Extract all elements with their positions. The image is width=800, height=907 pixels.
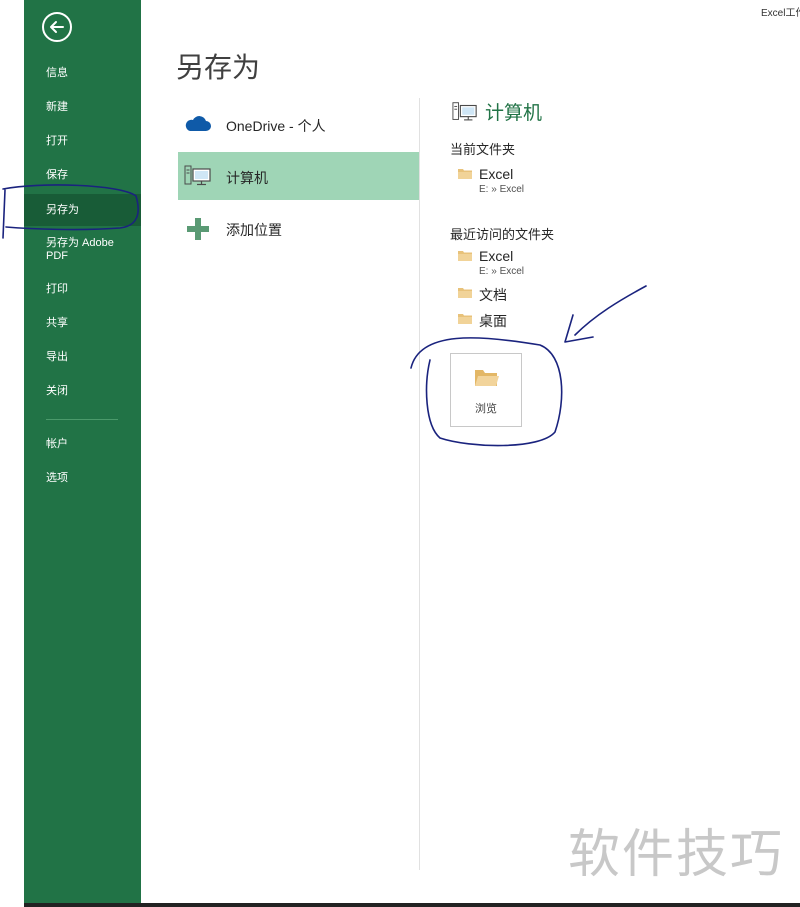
place-add-location[interactable]: 添加位置 bbox=[178, 204, 419, 252]
folder-icon bbox=[458, 169, 472, 179]
back-button[interactable] bbox=[42, 12, 72, 42]
folder-name: Excel bbox=[479, 166, 514, 182]
folder-path: E: » Excel bbox=[479, 266, 525, 277]
computer-icon bbox=[452, 102, 477, 121]
nav-item-label: 另存为 bbox=[46, 203, 79, 216]
nav-item-share[interactable]: 共享 bbox=[24, 308, 141, 338]
folder-name: 桌面 bbox=[479, 313, 507, 329]
computer-icon bbox=[184, 165, 211, 186]
panel-divider bbox=[419, 98, 420, 870]
nav-item-account[interactable]: 帐户 bbox=[24, 429, 141, 459]
watermark: 软件技巧 bbox=[568, 826, 785, 884]
place-label: 计算机 bbox=[226, 170, 268, 186]
folder-icon bbox=[458, 288, 472, 298]
nav-item-label: 打开 bbox=[46, 134, 68, 147]
nav-item-open[interactable]: 打开 bbox=[24, 126, 141, 156]
nav-item-label: 导出 bbox=[46, 350, 68, 363]
open-folder-icon bbox=[475, 370, 499, 386]
nav-item-info[interactable]: 信息 bbox=[24, 58, 141, 88]
nav-item-new[interactable]: 新建 bbox=[24, 92, 141, 122]
nav-item-save-as-pdf[interactable]: 另存为 Adobe PDF bbox=[24, 232, 141, 268]
page-title: 另存为 bbox=[176, 52, 261, 83]
place-onedrive[interactable]: OneDrive - 个人 bbox=[178, 100, 419, 148]
place-computer[interactable]: 计算机 bbox=[178, 152, 419, 200]
annotation-arrow bbox=[564, 285, 647, 343]
folder-path: E: » Excel bbox=[479, 184, 525, 195]
nav-item-label: 共享 bbox=[46, 316, 68, 329]
folder-name: 文档 bbox=[479, 287, 507, 303]
nav-item-label: 关闭 bbox=[46, 384, 68, 397]
window-title: Excel工作 bbox=[761, 8, 800, 19]
window-left-edge bbox=[0, 0, 24, 907]
nav-item-label: 打印 bbox=[46, 282, 68, 295]
nav-item-options[interactable]: 选项 bbox=[24, 463, 141, 493]
current-folder-heading: 当前文件夹 bbox=[450, 142, 516, 157]
nav-item-label: 信息 bbox=[46, 66, 68, 79]
folder-name: Excel bbox=[479, 248, 514, 264]
nav-item-export[interactable]: 导出 bbox=[24, 342, 141, 372]
right-panel-title: 计算机 bbox=[485, 103, 543, 124]
nav-item-save-as[interactable]: 另存为 bbox=[24, 194, 141, 226]
nav-item-label: 另存为 Adobe PDF bbox=[46, 237, 114, 262]
folder-icon bbox=[458, 251, 472, 261]
nav-item-save[interactable]: 保存 bbox=[24, 160, 141, 190]
nav-item-label: 选项 bbox=[46, 471, 68, 484]
back-arrow-icon bbox=[50, 21, 64, 33]
browse-label: 浏览 bbox=[475, 403, 497, 415]
recent-folders-heading: 最近访问的文件夹 bbox=[450, 227, 555, 242]
place-label: 添加位置 bbox=[226, 222, 282, 238]
plus-icon bbox=[187, 218, 209, 240]
place-label: OneDrive - 个人 bbox=[226, 118, 326, 134]
browse-button[interactable]: 浏览 bbox=[450, 353, 522, 427]
nav-item-label: 帐户 bbox=[46, 437, 68, 450]
cloud-icon bbox=[185, 116, 211, 131]
backstage-sidebar: 信息 新建 打开 保存 另存为 另存为 Adobe PDF 打印 共享 导出 关… bbox=[24, 0, 141, 907]
nav-item-print[interactable]: 打印 bbox=[24, 274, 141, 304]
bottom-edge bbox=[24, 903, 800, 907]
nav-item-label: 新建 bbox=[46, 100, 68, 113]
nav-item-close[interactable]: 关闭 bbox=[24, 376, 141, 406]
folder-icon bbox=[458, 314, 472, 324]
nav-item-label: 保存 bbox=[46, 168, 68, 181]
nav-divider bbox=[46, 419, 118, 420]
